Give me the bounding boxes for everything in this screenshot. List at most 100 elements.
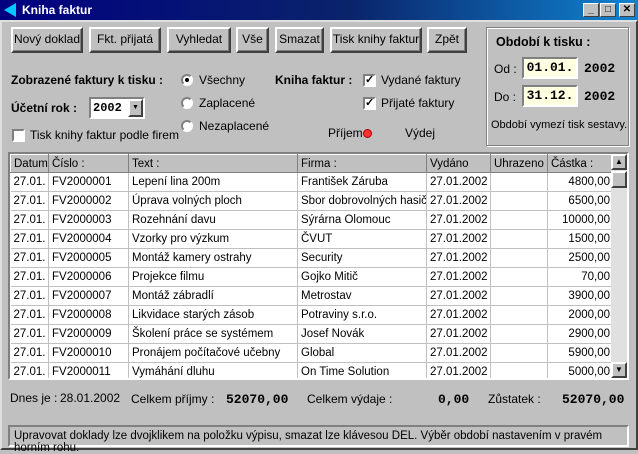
cell-date: 27.01. bbox=[10, 362, 49, 378]
table-row[interactable]: 27.01. FV2000006 Projekce filmu Gojko Mitič… bbox=[10, 267, 614, 287]
col-header-date[interactable]: Datum bbox=[10, 154, 49, 173]
maximize-button[interactable]: □ bbox=[600, 3, 616, 17]
cell-number: FV2000008 bbox=[48, 305, 129, 325]
table-row[interactable]: 27.01. FV2000008 Likvidace starých zásob Po… bbox=[10, 305, 614, 325]
chevron-down-icon[interactable]: ▼ bbox=[128, 99, 143, 117]
cell-firm: ČVUT bbox=[297, 229, 427, 249]
total-income-label: Celkem příjmy : bbox=[131, 392, 215, 406]
cell-date: 27.01. bbox=[10, 172, 49, 192]
fiscal-year-select[interactable]: 2002 ▼ bbox=[89, 97, 145, 119]
table-row[interactable]: 27.01. FV2000011 Vymáhání dluhu On Time Sol… bbox=[10, 362, 614, 378]
print-by-firms-checkbox[interactable] bbox=[12, 129, 25, 142]
cell-issued: 27.01.2002 bbox=[426, 191, 491, 211]
fiscal-year-label: Účetní rok : bbox=[11, 101, 78, 115]
col-header-amount[interactable]: Částka : bbox=[547, 154, 614, 173]
new-document-button[interactable]: Nový doklad bbox=[11, 27, 83, 53]
radio-unpaid-label: Nezaplacené bbox=[199, 119, 270, 133]
scroll-up-icon[interactable]: ▲ bbox=[611, 154, 627, 170]
cell-firm: On Time Solution bbox=[297, 362, 427, 378]
cell-issued: 27.01.2002 bbox=[426, 267, 491, 287]
cell-amount: 1500,00 bbox=[547, 229, 614, 249]
table-row[interactable]: 27.01. FV2000009 Školení práce se systémem… bbox=[10, 324, 614, 344]
back-button[interactable]: Zpět bbox=[427, 27, 467, 53]
cell-date: 27.01. bbox=[10, 267, 49, 287]
balance-label: Zůstatek : bbox=[488, 392, 541, 406]
cell-issued: 27.01.2002 bbox=[426, 172, 491, 192]
cell-paid bbox=[490, 324, 548, 344]
all-button[interactable]: Vše bbox=[236, 27, 269, 53]
cell-paid bbox=[490, 343, 548, 363]
cell-number: FV2000007 bbox=[48, 286, 129, 306]
scroll-thumb[interactable] bbox=[611, 171, 627, 188]
cell-issued: 27.01.2002 bbox=[426, 324, 491, 344]
vertical-scrollbar[interactable]: ▲ ▼ bbox=[611, 154, 627, 378]
cell-date: 27.01. bbox=[10, 191, 49, 211]
radio-paid-label: Zaplacené bbox=[199, 96, 256, 110]
col-header-number[interactable]: Číslo : bbox=[48, 154, 129, 173]
cell-text: Školení práce se systémem bbox=[128, 324, 298, 344]
period-from-label: Od : bbox=[494, 62, 517, 76]
cell-amount: 10000,00 bbox=[547, 210, 614, 230]
table-row[interactable]: 27.01. FV2000002 Úprava volných ploch Sbor … bbox=[10, 191, 614, 211]
cell-amount: 2900,00 bbox=[547, 324, 614, 344]
col-header-issued[interactable]: Vydáno bbox=[426, 154, 491, 173]
period-from-field[interactable]: 01.01. bbox=[522, 57, 578, 79]
today-value: 28.01.2002 bbox=[60, 391, 121, 405]
radio-all[interactable] bbox=[181, 74, 193, 86]
cell-paid bbox=[490, 305, 548, 325]
cell-paid bbox=[490, 267, 548, 287]
received-invoices-label: Přijaté faktury bbox=[381, 96, 455, 110]
radio-unpaid[interactable] bbox=[181, 120, 193, 132]
table-row[interactable]: 27.01. FV2000005 Montáž kamery ostrahy Secu… bbox=[10, 248, 614, 268]
table-row[interactable]: 27.01. FV2000003 Rozehnání davu Sýrárna Olo… bbox=[10, 210, 614, 230]
col-header-firm[interactable]: Firma : bbox=[297, 154, 427, 173]
minimize-button[interactable]: _ bbox=[583, 3, 599, 17]
col-header-text[interactable]: Text : bbox=[128, 154, 298, 173]
radio-all-label: Všechny bbox=[199, 73, 246, 87]
table-row[interactable]: 27.01. FV2000007 Montáž zábradlí Metrostav 2… bbox=[10, 286, 614, 306]
total-income-value: 52070,00 bbox=[226, 392, 289, 407]
balance-value: 52070,00 bbox=[562, 392, 625, 407]
period-to-year: 2002 bbox=[584, 89, 616, 104]
cell-text: Lepení lina 200m bbox=[128, 172, 298, 192]
period-to-field[interactable]: 31.12. bbox=[522, 85, 578, 107]
title-bar[interactable]: Kniha faktur _ □ ✕ bbox=[0, 0, 638, 20]
close-button[interactable]: ✕ bbox=[619, 3, 635, 17]
cell-amount: 4800,00 bbox=[547, 172, 614, 192]
scroll-down-icon[interactable]: ▼ bbox=[611, 362, 627, 378]
cell-amount: 5000,00 bbox=[547, 362, 614, 378]
table-row[interactable]: 27.01. FV2000004 Vzorky pro výzkum ČVUT 27.0… bbox=[10, 229, 614, 249]
income-expense-indicator-icon bbox=[363, 129, 372, 138]
cell-issued: 27.01.2002 bbox=[426, 210, 491, 230]
cell-text: Montáž kamery ostrahy bbox=[128, 248, 298, 268]
issued-invoices-label: Vydané faktury bbox=[381, 73, 461, 87]
book-label: Kniha faktur : bbox=[275, 73, 353, 87]
cell-number: FV2000001 bbox=[48, 172, 129, 192]
delete-button[interactable]: Smazat bbox=[275, 27, 324, 53]
received-invoices-checkbox[interactable]: ✓ bbox=[363, 97, 376, 110]
received-invoice-button[interactable]: Fkt. přijatá bbox=[89, 27, 161, 53]
cell-number: FV2000005 bbox=[48, 248, 129, 268]
issued-invoices-checkbox[interactable]: ✓ bbox=[363, 74, 376, 87]
cell-paid bbox=[490, 191, 548, 211]
table-row[interactable]: 27.01. FV2000001 Lepení lina 200m František… bbox=[10, 172, 614, 192]
cell-issued: 27.01.2002 bbox=[426, 305, 491, 325]
cell-amount: 2000,00 bbox=[547, 305, 614, 325]
col-header-paid[interactable]: Uhrazeno bbox=[490, 154, 548, 173]
print-book-button[interactable]: Tisk knihy faktur bbox=[330, 27, 422, 53]
cell-issued: 27.01.2002 bbox=[426, 248, 491, 268]
cell-issued: 27.01.2002 bbox=[426, 229, 491, 249]
cell-number: FV2000002 bbox=[48, 191, 129, 211]
cell-firm: Josef Novák bbox=[297, 324, 427, 344]
table-row[interactable]: 27.01. FV2000010 Pronájem počítačové učebn… bbox=[10, 343, 614, 363]
cell-text: Projekce filmu bbox=[128, 267, 298, 287]
total-expense-value: 0,00 bbox=[438, 392, 470, 407]
fiscal-year-value: 2002 bbox=[93, 101, 122, 115]
search-button[interactable]: Vyhledat bbox=[167, 27, 231, 53]
cell-issued: 27.01.2002 bbox=[426, 286, 491, 306]
total-expense-label: Celkem výdaje : bbox=[307, 392, 393, 406]
cell-date: 27.01. bbox=[10, 305, 49, 325]
cell-paid bbox=[490, 210, 548, 230]
cell-firm: Security bbox=[297, 248, 427, 268]
radio-paid[interactable] bbox=[181, 97, 193, 109]
